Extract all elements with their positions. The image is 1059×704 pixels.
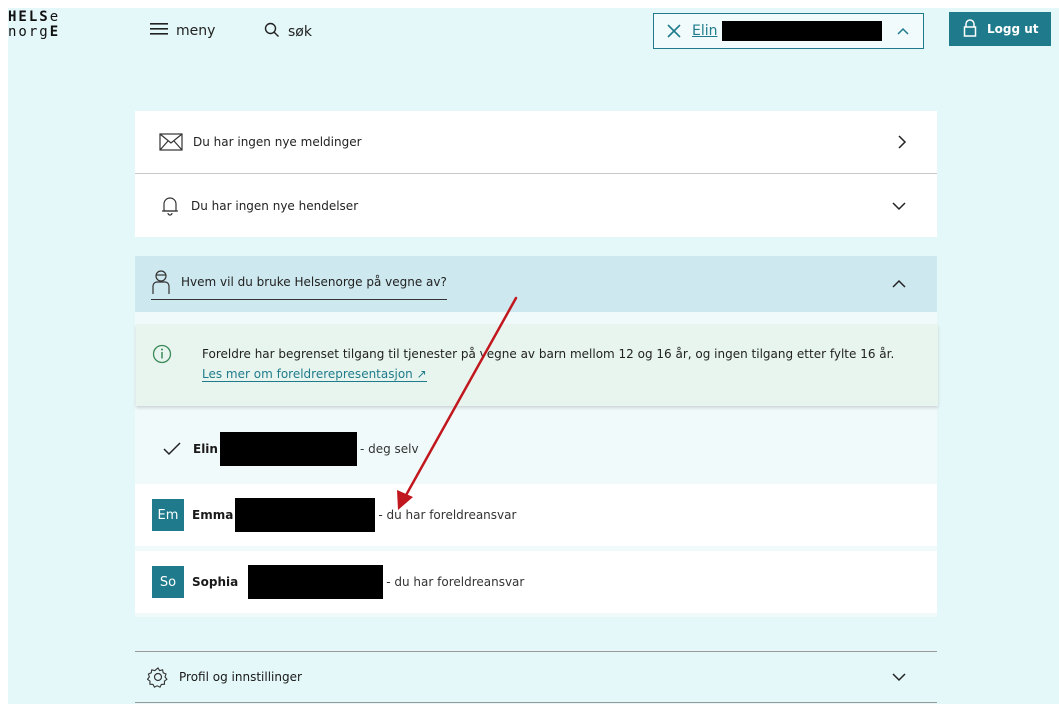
chevron-up-icon[interactable] (891, 279, 907, 289)
avatar: So (152, 566, 184, 598)
person-row-self[interactable]: Elin - deg selv (135, 418, 937, 480)
person-relation: - deg selv (359, 442, 419, 456)
logo-line-2: norgE (8, 24, 61, 40)
events-row[interactable]: Du har ingen nye hendelser (135, 174, 937, 237)
representation-heading-group: Hvem vil du bruke Helsenorge på vegne av… (151, 269, 447, 300)
chevron-down-icon[interactable] (891, 672, 907, 682)
avatar: Em (152, 499, 184, 531)
representation-header[interactable]: Hvem vil du bruke Helsenorge på vegne av… (135, 256, 937, 312)
external-link-icon: ↗ (416, 367, 427, 381)
search-icon (264, 22, 280, 42)
person-icon (151, 269, 171, 295)
info-link-label: Les mer om foreldrerepresentasjon (202, 367, 413, 381)
redacted-surname (248, 565, 384, 599)
messages-label: Du har ingen nye meldinger (193, 135, 362, 149)
info-box: Foreldre har begrenset tilgang til tjene… (136, 324, 938, 406)
menu-button[interactable]: meny (150, 22, 215, 40)
person-name: Sophia (192, 575, 239, 589)
redacted-surname (235, 498, 376, 532)
representation-heading: Hvem vil du bruke Helsenorge på vegne av… (181, 274, 447, 289)
events-label: Du har ingen nye hendelser (191, 198, 359, 213)
envelope-icon (159, 133, 183, 151)
person-name: Elin (193, 442, 218, 456)
info-text: Foreldre har begrenset tilgang til tjene… (202, 347, 895, 361)
info-text-block: Foreldre har begrenset tilgang til tjene… (202, 344, 902, 384)
logout-button[interactable]: Logg ut (949, 12, 1051, 46)
person-row-child[interactable]: So Sophia - du har foreldreansvar (135, 551, 937, 613)
search-label: søk (288, 24, 312, 40)
chevron-right-icon[interactable] (897, 134, 907, 150)
person-relation: - du har foreldreansvar (378, 508, 517, 522)
gear-icon (147, 666, 169, 688)
person-row-child[interactable]: Em Emma - du har foreldreansvar (135, 484, 937, 546)
lock-icon (963, 18, 977, 40)
bell-icon (161, 195, 179, 217)
redacted-surname (219, 432, 357, 466)
logout-label: Logg ut (987, 22, 1039, 36)
profile-label: Profil og innstillinger (179, 670, 302, 684)
redacted-surname (721, 21, 882, 41)
logo-line-1: HELSe (8, 9, 61, 25)
messages-row[interactable]: Du har ingen nye meldinger (135, 111, 937, 174)
info-icon (152, 344, 172, 364)
person-name: Emma (192, 508, 234, 522)
close-icon[interactable] (660, 23, 688, 39)
search-button[interactable]: søk (264, 22, 312, 42)
profile-settings-row[interactable]: Profil og innstillinger (135, 651, 937, 703)
person-relation: - du har foreldreansvar (386, 575, 525, 589)
checkmark-icon (163, 442, 181, 456)
chevron-up-icon[interactable] (896, 26, 910, 36)
helsenorge-logo[interactable]: HELSe norgE (8, 10, 60, 40)
chevron-down-icon[interactable] (891, 201, 907, 211)
hamburger-icon (150, 22, 168, 40)
current-user-name[interactable]: Elin (692, 23, 718, 39)
menu-label: meny (176, 23, 216, 39)
user-switcher[interactable]: Elin (653, 13, 924, 49)
info-link[interactable]: Les mer om foreldrerepresentasjon ↗ (202, 367, 427, 382)
